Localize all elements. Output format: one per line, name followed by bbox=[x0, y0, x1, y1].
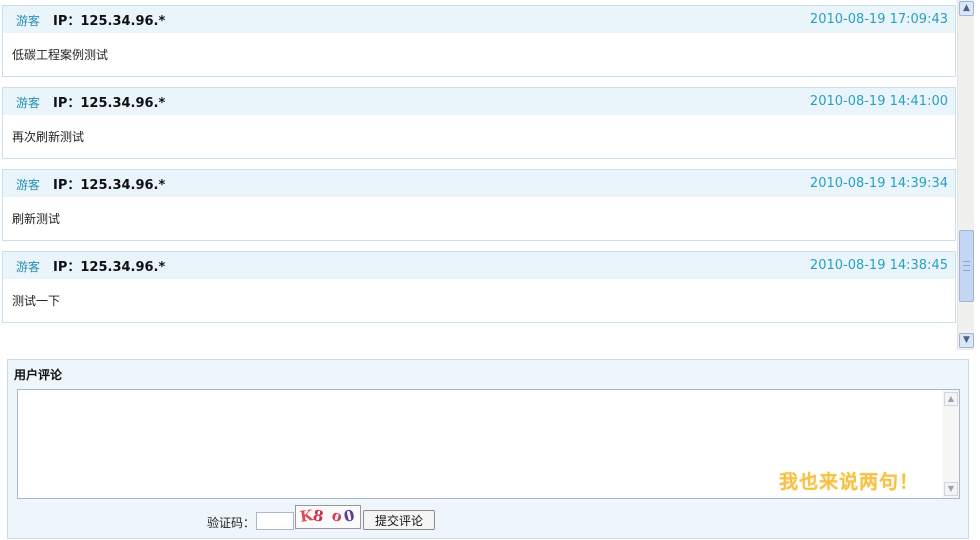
comment-text: 低碳工程案例测试 bbox=[12, 48, 109, 62]
captcha-char: 8 bbox=[311, 506, 325, 526]
comment-header: 游客 IP：125.34.96.* 2010-08-19 14:38:45 bbox=[3, 252, 955, 279]
comment-item: 游客 IP：125.34.96.* 2010-08-19 14:39:34 刷新… bbox=[2, 169, 956, 241]
comment-author: 游客 bbox=[16, 14, 41, 28]
comment-author: 游客 bbox=[16, 96, 41, 110]
chevron-down-icon[interactable]: ▼ bbox=[944, 482, 958, 496]
comment-time: 2010-08-19 17:09:43 bbox=[809, 12, 948, 27]
comment-time: 2010-08-19 14:39:34 bbox=[809, 176, 948, 191]
comment-ip: IP：125.34.96.* bbox=[53, 14, 166, 29]
comment-ip: IP：125.34.96.* bbox=[53, 178, 166, 193]
comment-text: 刷新测试 bbox=[12, 212, 61, 226]
comment-header: 游客 IP：125.34.96.* 2010-08-19 14:41:00 bbox=[3, 88, 955, 115]
grip-icon bbox=[963, 261, 970, 271]
slogan-watermark: 我也来说两句！ bbox=[778, 471, 919, 493]
scrollbar-thumb[interactable] bbox=[959, 230, 974, 302]
chevron-down-icon[interactable]: ▼ bbox=[959, 333, 974, 348]
comment-item: 游客 IP：125.34.96.* 2010-08-19 14:41:00 再次… bbox=[2, 87, 956, 159]
comment-ip: IP：125.34.96.* bbox=[53, 260, 166, 275]
comment-text: 再次刷新测试 bbox=[12, 130, 85, 144]
comment-ip: IP：125.34.96.* bbox=[53, 96, 166, 111]
captcha-label: 验证码： bbox=[207, 516, 256, 530]
comment-text: 测试一下 bbox=[12, 294, 61, 308]
chevron-up-icon[interactable]: ▲ bbox=[944, 392, 958, 406]
form-title: 用户评论 bbox=[14, 368, 63, 382]
comment-header: 游客 IP：125.34.96.* 2010-08-19 14:39:34 bbox=[3, 170, 955, 197]
captcha-char: 0 bbox=[342, 506, 357, 526]
comments-list: 游客 IP：125.34.96.* 2010-08-19 17:09:43 低碳… bbox=[0, 0, 973, 350]
comment-time: 2010-08-19 14:41:00 bbox=[809, 94, 948, 109]
comments-scrollbar[interactable]: ▲ ▼ bbox=[957, 0, 974, 350]
captcha-image[interactable]: K 8 o 0 bbox=[295, 505, 361, 529]
comment-item: 游客 IP：125.34.96.* 2010-08-19 17:09:43 低碳… bbox=[2, 5, 956, 77]
comment-time: 2010-08-19 14:38:45 bbox=[809, 258, 948, 273]
captcha-input[interactable] bbox=[256, 512, 294, 530]
comment-form: 用户评论 ▲ ▼ 我也来说两句！ 验证码： K 8 o 0 提交评论 bbox=[7, 359, 969, 539]
chevron-up-icon[interactable]: ▲ bbox=[959, 1, 974, 16]
comment-author: 游客 bbox=[16, 260, 41, 274]
comment-header: 游客 IP：125.34.96.* 2010-08-19 17:09:43 bbox=[3, 6, 955, 33]
comment-author: 游客 bbox=[16, 178, 41, 192]
textarea-scrollbar[interactable]: ▲ ▼ bbox=[942, 390, 959, 498]
submit-comment-button[interactable]: 提交评论 bbox=[363, 510, 435, 530]
comment-textarea-wrapper: ▲ ▼ 我也来说两句！ bbox=[17, 389, 960, 499]
comment-item: 游客 IP：125.34.96.* 2010-08-19 14:38:45 测试… bbox=[2, 251, 956, 323]
